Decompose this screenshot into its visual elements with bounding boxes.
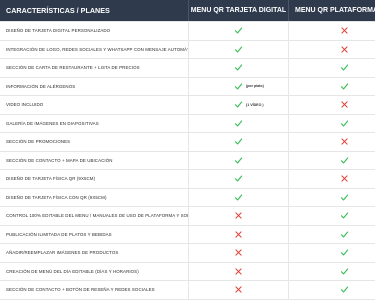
plan-plataforma-editable-cell [288,244,375,262]
feature-label: SECCIÓN DE CONTACTO + BOTÓN DE RESEÑA Y … [6,287,155,293]
plan-plataforma-editable-cell [288,77,375,95]
check-icon [234,157,243,164]
check-icon [340,83,348,90]
check-icon [340,64,348,71]
feature-label: SECCIÓN DE PROMOCIONES [6,139,71,145]
table-row: DISEÑO DE TARJETA FÍSICA QR (9X5CM) [0,170,375,189]
feature-label: INTEGRACIÓN DE LOGO, REDES SOCIALES Y WH… [6,46,188,52]
check-icon [234,138,243,145]
table-row: VIDEO INCLUIDO (1 VÍDEO ) [0,96,375,115]
plan-plataforma-editable-cell [288,114,375,132]
table-row: SECCIÓN DE CONTACTO + MAPA DE UBICACIÓN [0,151,375,170]
cross-icon [340,175,348,182]
plan-tarjeta-digital-cell [188,281,288,299]
feature-label: VIDEO INCLUIDO [6,102,44,108]
check-icon [234,120,243,127]
feature-label: DISEÑO DE TARJETA FÍSICA CON QR (9X5CM) [6,194,107,200]
check-icon [234,175,243,182]
check-icon [234,64,243,71]
feature-label: CREACIÓN DE MENÚ DEL DÍA EDITABLE (DÍAS … [6,268,139,274]
plan-plataforma-editable-cell [288,170,375,188]
header-feature-label: CARACTERÍSTICAS / PLANES [6,6,110,15]
plan-tarjeta-digital-cell [188,151,288,169]
plan-plataforma-editable-cell [288,22,375,40]
check-icon [234,83,243,90]
check-icon [340,231,348,238]
cross-icon [235,231,242,238]
plan-tarjeta-digital-cell [188,262,288,280]
cross-icon [235,286,242,293]
table-row: DISEÑO DE TARJETA DIGITAL PERSONALIZADO [0,22,375,41]
plan-plataforma-editable-cell [288,262,375,280]
check-icon [234,27,243,34]
plan-tarjeta-digital-cell [188,188,288,206]
table-row: SECCIÓN DE PROMOCIONES [0,133,375,152]
plan-tarjeta-digital-cell [188,40,288,58]
check-icon [340,212,348,219]
table-row: DISEÑO DE TARJETA FÍSICA CON QR (9X5CM) [0,188,375,207]
header-plan-plataforma-editable: MENU QR PLATAFORMA EDIT [288,0,375,21]
check-icon [340,120,348,127]
header-plan-tarjeta-digital: MENU QR TARJETA DIGITAL [188,0,288,21]
cross-icon [340,101,348,108]
plan-tarjeta-digital-cell: (1 VÍDEO ) [188,96,288,114]
feature-note: (por plato) [246,84,264,89]
cross-icon [340,138,348,145]
feature-label: GALERÍA DE IMÁGENES EN DIAPOSITIVAS [6,120,99,126]
table-body: DISEÑO DE TARJETA DIGITAL PERSONALIZADO I… [0,22,375,300]
feature-label: DISEÑO DE TARJETA FÍSICA QR (9X5CM) [6,176,96,182]
check-icon [234,194,243,201]
feature-label: CONTROL 100% EDITABLE DEL MENU / MANUALE… [6,213,188,219]
table-header: CARACTERÍSTICAS / PLANES MENU QR TARJETA… [0,0,375,22]
feature-label: SECCIÓN DE CARTA DE RESTAURANTE + LISTA … [6,65,140,71]
plan-tarjeta-digital-cell [188,225,288,243]
check-icon [340,286,348,293]
check-icon [340,157,348,164]
cross-icon [235,268,242,275]
plan-plataforma-editable-cell [288,40,375,58]
table-row: SECCIÓN DE CONTACTO + BOTÓN DE RESEÑA Y … [0,281,375,300]
plan-tarjeta-digital-cell [188,133,288,151]
plan-tarjeta-digital-cell [188,59,288,77]
plan-tarjeta-digital-cell [188,207,288,225]
plan-plataforma-editable-cell [288,59,375,77]
cross-icon [340,27,348,34]
plan-plataforma-editable-cell [288,207,375,225]
check-icon [340,194,348,201]
cross-icon [340,46,348,53]
plan-tarjeta-digital-cell [188,114,288,132]
check-icon [340,249,348,256]
plan-plataforma-editable-cell [288,151,375,169]
table-row: CREACIÓN DE MENÚ DEL DÍA EDITABLE (DÍAS … [0,262,375,281]
table-row: PUBLICACIÓN ILIMITADA DE PLATOS Y BEBIDA… [0,225,375,244]
plan-plataforma-editable-cell [288,225,375,243]
cross-icon [235,212,242,219]
plan-tarjeta-digital-cell: (por plato) [188,77,288,95]
plan-plataforma-editable-cell [288,96,375,114]
feature-label: AÑADIR/REEMPLAZAR IMÁGENES DE PRODUCTOS [6,250,119,256]
cross-icon [235,249,242,256]
feature-label: DISEÑO DE TARJETA DIGITAL PERSONALIZADO [6,28,111,34]
check-icon [340,268,348,275]
table-row: INFORMACIÓN DE ALÉRGENOS (por plato) [0,77,375,96]
check-icon [234,101,243,108]
feature-label: PUBLICACIÓN ILIMITADA DE PLATOS Y BEBIDA… [6,231,112,237]
plan-plataforma-editable-cell [288,188,375,206]
table-row: GALERÍA DE IMÁGENES EN DIAPOSITIVAS [0,114,375,133]
plan-plataforma-editable-cell [288,281,375,299]
comparison-table: CARACTERÍSTICAS / PLANES MENU QR TARJETA… [0,0,375,300]
feature-label: INFORMACIÓN DE ALÉRGENOS [6,83,76,89]
table-row: SECCIÓN DE CARTA DE RESTAURANTE + LISTA … [0,59,375,78]
feature-label: SECCIÓN DE CONTACTO + MAPA DE UBICACIÓN [6,157,113,163]
table-row: CONTROL 100% EDITABLE DEL MENU / MANUALE… [0,207,375,226]
plan-plataforma-editable-cell [288,133,375,151]
plan-tarjeta-digital-cell [188,170,288,188]
feature-note: (1 VÍDEO ) [246,102,264,107]
table-row: AÑADIR/REEMPLAZAR IMÁGENES DE PRODUCTOS [0,244,375,263]
table-row: INTEGRACIÓN DE LOGO, REDES SOCIALES Y WH… [0,40,375,59]
plan-tarjeta-digital-cell [188,244,288,262]
check-icon [234,46,243,53]
plan-tarjeta-digital-cell [188,22,288,40]
